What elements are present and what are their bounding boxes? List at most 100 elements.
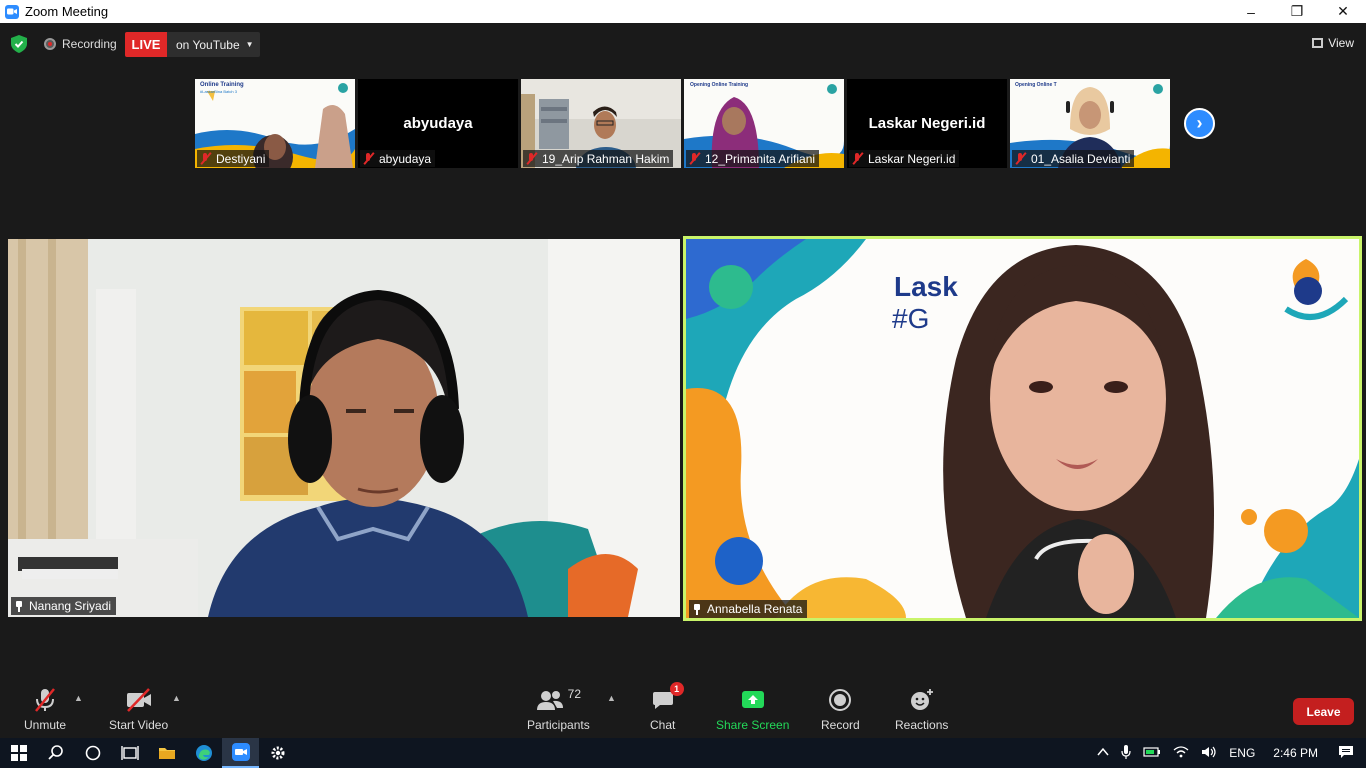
pin-icon — [693, 603, 701, 615]
system-tray: ENG 2:46 PM — [1091, 738, 1366, 768]
view-grid-icon — [1312, 38, 1324, 48]
settings-gear-icon[interactable] — [259, 738, 296, 768]
participant-thumbnail[interactable]: Opening Online T 01_Asalia Devianti — [1010, 79, 1170, 168]
participant-video — [686, 239, 1359, 618]
participants-button[interactable]: 72 Participants — [527, 687, 590, 732]
active-speaker-video-tile[interactable]: Lask #G Annabella Renata — [683, 236, 1362, 621]
share-screen-label: Share Screen — [716, 718, 790, 732]
live-stream-dropdown[interactable]: on YouTube ▼ — [167, 32, 260, 57]
reactions-button[interactable]: Reactions — [895, 687, 948, 732]
microphone-icon[interactable] — [1121, 744, 1131, 762]
participant-name-tag: 01_Asalia Devianti — [1012, 150, 1135, 167]
thumbnail-overlay-title: Opening Online T — [1015, 82, 1057, 88]
participant-thumbnail[interactable]: Opening Online Training 12_Primanita Ari… — [684, 79, 844, 168]
recording-indicator[interactable]: Recording — [44, 37, 117, 51]
video-off-icon — [125, 687, 153, 713]
record-icon — [828, 687, 852, 713]
minimize-button[interactable]: – — [1228, 0, 1274, 23]
participant-name: Destiyani — [216, 151, 266, 166]
meeting-topbar: Recording LIVE on YouTube ▼ View — [0, 31, 1366, 57]
video-options-caret-icon[interactable]: ▲ — [172, 693, 181, 703]
live-badge[interactable]: LIVE — [125, 32, 167, 57]
pin-icon — [15, 600, 23, 612]
unmute-label: Unmute — [24, 718, 67, 732]
next-page-arrow-icon[interactable]: › — [1184, 108, 1215, 139]
windows-start-icon[interactable] — [0, 738, 37, 768]
reactions-smiley-icon — [909, 687, 935, 713]
mic-muted-icon — [525, 152, 537, 165]
chat-icon: 1 — [651, 682, 684, 713]
unmute-button[interactable]: Unmute — [24, 687, 66, 732]
battery-icon[interactable] — [1143, 746, 1161, 761]
participant-name-tag: 19_Arip Rahman Hakim — [523, 150, 674, 167]
windows-taskbar: ENG 2:46 PM — [0, 738, 1366, 768]
start-video-label: Start Video — [109, 718, 169, 732]
maximize-button[interactable]: ❐ — [1274, 0, 1320, 23]
window-titlebar: Zoom Meeting – ❐ ✕ — [0, 0, 1366, 23]
chevron-up-icon[interactable] — [1097, 746, 1109, 760]
clock-time[interactable]: 2:46 PM — [1273, 746, 1318, 760]
search-icon[interactable] — [37, 738, 74, 768]
task-view-icon[interactable] — [111, 738, 148, 768]
chat-label: Chat — [650, 718, 676, 732]
mic-muted-icon — [362, 152, 374, 165]
start-video-button[interactable]: Start Video — [109, 687, 168, 732]
main-video-tile[interactable]: Nanang Sriyadi — [8, 239, 680, 617]
participant-name-tag: Destiyani — [197, 150, 270, 167]
participant-display-name: Laskar Negeri.id — [868, 115, 986, 132]
reactions-label: Reactions — [895, 718, 949, 732]
close-button[interactable]: ✕ — [1320, 0, 1366, 23]
language-indicator[interactable]: ENG — [1229, 746, 1255, 760]
participant-name: 19_Arip Rahman Hakim — [542, 151, 670, 166]
thumbnail-overlay-title: Online Training — [200, 82, 244, 88]
zoom-taskbar-icon[interactable] — [222, 738, 259, 768]
mic-muted-icon — [199, 152, 211, 165]
volume-icon[interactable] — [1201, 746, 1217, 761]
meeting-controls-toolbar: Unmute ▲ Start Video ▲ 72 Participants ▲… — [0, 679, 1366, 738]
participant-name-tag: Nanang Sriyadi — [11, 597, 117, 615]
file-explorer-icon[interactable] — [148, 738, 185, 768]
audio-options-caret-icon[interactable]: ▲ — [74, 693, 83, 703]
background-banner-text: Lask — [894, 271, 958, 302]
participant-video — [8, 239, 680, 617]
participant-name: 01_Asalia Devianti — [1031, 151, 1131, 166]
zoom-app-icon — [5, 4, 19, 19]
leave-button[interactable]: Leave — [1293, 698, 1354, 725]
record-label: Record — [821, 718, 860, 732]
participant-strip: Online Training #LaskarBina Batch 3 Dest… — [195, 79, 1175, 168]
participant-name: Laskar Negeri.id — [868, 151, 956, 166]
share-screen-button[interactable]: Share Screen — [716, 687, 789, 732]
participants-label: Participants — [527, 718, 590, 732]
notifications-icon[interactable] — [1338, 745, 1354, 762]
participants-count: 72 — [567, 687, 582, 701]
thumbnail-overlay-subtitle: #LaskarBina Batch 3 — [200, 89, 237, 94]
participant-thumbnail[interactable]: abyudaya abyudaya — [358, 79, 518, 168]
view-button[interactable]: View — [1312, 36, 1354, 50]
cortana-circle-icon[interactable] — [74, 738, 111, 768]
share-screen-icon — [741, 687, 765, 713]
live-stream-label: on YouTube — [176, 37, 240, 52]
participant-thumbnail[interactable]: Laskar Negeri.id Laskar Negeri.id — [847, 79, 1007, 168]
background-banner-hashtag: #G — [892, 303, 930, 334]
participants-options-caret-icon[interactable]: ▲ — [607, 693, 616, 703]
participant-name: 12_Primanita Arifiani — [705, 151, 816, 166]
security-shield-icon[interactable] — [11, 35, 27, 53]
participant-thumbnail[interactable]: 19_Arip Rahman Hakim — [521, 79, 681, 168]
meeting-area: Recording LIVE on YouTube ▼ View Online … — [0, 23, 1366, 738]
mic-muted-icon — [688, 152, 700, 165]
chat-button[interactable]: 1 Chat — [650, 682, 684, 732]
participant-name: abyudaya — [379, 151, 432, 166]
recording-label: Recording — [62, 37, 117, 51]
mic-muted-icon — [32, 687, 58, 713]
wifi-icon[interactable] — [1173, 745, 1189, 761]
participant-thumbnail[interactable]: Online Training #LaskarBina Batch 3 Dest… — [195, 79, 355, 168]
thumbnail-overlay-title: Opening Online Training — [690, 82, 749, 88]
edge-browser-icon[interactable] — [185, 738, 222, 768]
participant-name: Annabella Renata — [707, 602, 803, 616]
participant-name-tag: abyudaya — [360, 150, 436, 167]
window-title: Zoom Meeting — [25, 4, 109, 19]
participants-icon: 72 — [536, 687, 581, 713]
record-button[interactable]: Record — [821, 687, 860, 732]
mic-muted-icon — [851, 152, 863, 165]
mic-muted-icon — [1014, 152, 1026, 165]
